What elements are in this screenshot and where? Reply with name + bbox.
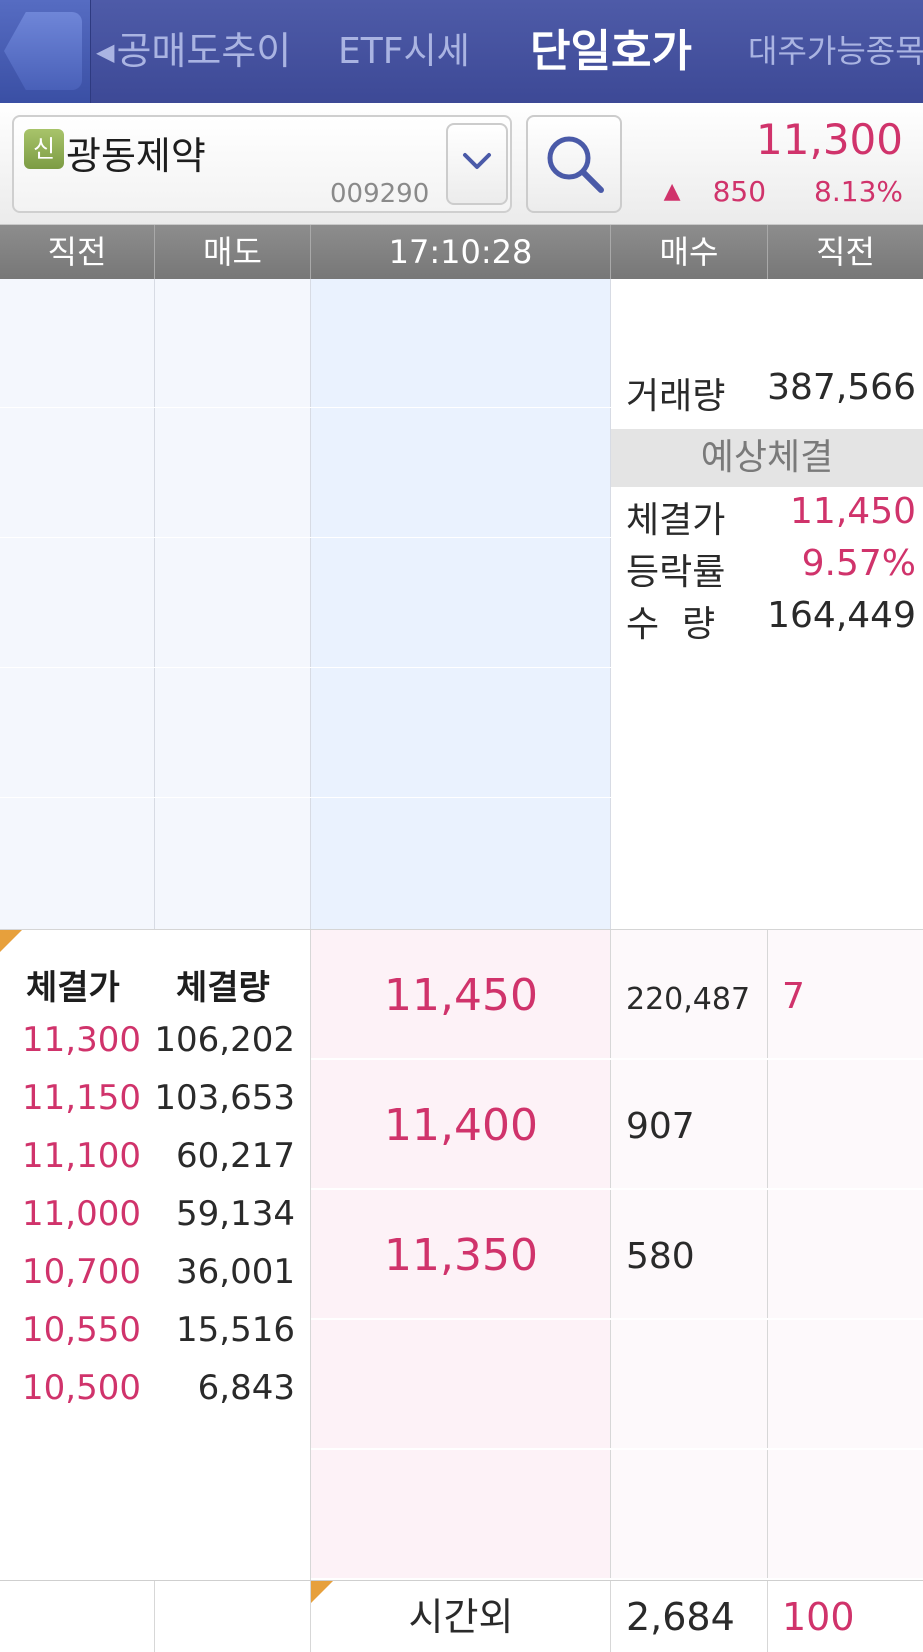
row-divider <box>0 407 611 408</box>
back-button[interactable] <box>0 0 91 103</box>
footer-cell <box>0 1581 155 1652</box>
bid-qty-row <box>611 1450 768 1580</box>
tab-single-quote[interactable]: 단일호가 <box>530 0 692 103</box>
row-divider <box>0 537 611 538</box>
stock-name: 광동제약 <box>66 134 206 178</box>
change-percent: 8.13% <box>814 175 903 208</box>
trade-row: 10,550 15,516 <box>22 1310 295 1350</box>
stock-selector[interactable]: 신 광동제약 009290 <box>12 115 512 213</box>
trades-price-header: 체결가 <box>26 968 120 1008</box>
bid-price-row[interactable]: 11,450 <box>311 930 611 1060</box>
bid-qty-row: 220,487 <box>611 930 768 1060</box>
volume-value: 387,566 <box>767 367 916 408</box>
left-arrow-icon: ◀ <box>96 38 115 66</box>
expected-rate-row: 등락률 9.57% <box>626 543 916 593</box>
trade-row: 11,300 106,202 <box>22 1020 295 1060</box>
bid-qty-row: 907 <box>611 1060 768 1190</box>
back-arrow-icon <box>4 12 82 90</box>
bid-price-row[interactable]: 11,400 <box>311 1060 611 1190</box>
price-change: ▲ 850 8.13% <box>664 175 903 208</box>
row-divider <box>0 797 611 798</box>
ask-qty-column <box>155 279 311 929</box>
expected-price-value: 11,450 <box>790 491 916 532</box>
ask-side: 거래량 387,566 예상체결 체결가 11,450 등락률 9.57% 수 … <box>0 279 923 929</box>
bid-prev-row: 7 <box>768 930 923 1060</box>
bid-prev-column: 7 <box>768 930 923 1581</box>
stock-dropdown-button[interactable] <box>446 123 508 205</box>
trade-row: 11,100 60,217 <box>22 1136 295 1176</box>
bid-prev-row <box>768 1450 923 1580</box>
header-buy: 매수 <box>611 225 768 279</box>
header-prev-left: 직전 <box>0 225 155 279</box>
bid-qty-row: 580 <box>611 1190 768 1320</box>
trade-row: 10,500 6,843 <box>22 1368 295 1408</box>
header-time: 17:10:28 <box>311 225 611 279</box>
expected-qty-row: 수 량 164,449 <box>626 595 916 645</box>
stock-header: 신 광동제약 009290 11,300 ▲ 850 8.13% <box>0 103 923 225</box>
top-nav-bar: ◀공매도추이 ETF시세 단일호가 대주가능종목 <box>0 0 923 103</box>
row-divider <box>0 667 611 668</box>
footer-cell <box>155 1581 311 1652</box>
tab-etf-quotes[interactable]: ETF시세 <box>338 0 470 103</box>
search-icon <box>547 136 604 193</box>
orderbook-column-header: 직전 매도 17:10:28 매수 직전 <box>0 225 923 279</box>
header-sell: 매도 <box>155 225 311 279</box>
after-hours-prev: 100 <box>782 1595 855 1639</box>
bid-price-row[interactable] <box>311 1450 611 1580</box>
up-triangle-icon: ▲ <box>663 179 681 204</box>
current-price: 11,300 <box>756 115 903 164</box>
after-hours-qty: 2,684 <box>626 1595 735 1639</box>
trade-row: 11,000 59,134 <box>22 1194 295 1234</box>
bid-price-column: 11,450 11,400 11,350 <box>311 930 611 1581</box>
bid-price-row[interactable]: 11,350 <box>311 1190 611 1320</box>
ask-prev-column <box>0 279 155 929</box>
corner-marker-icon <box>0 930 22 952</box>
trade-row: 10,700 36,001 <box>22 1252 295 1292</box>
search-button[interactable] <box>526 115 622 213</box>
bid-price-row[interactable] <box>311 1320 611 1450</box>
bid-qty-row <box>611 1320 768 1450</box>
expected-rate-value: 9.57% <box>801 543 916 584</box>
chevron-down-icon <box>463 153 491 169</box>
trades-volume-header: 체결량 <box>176 968 270 1008</box>
bid-prev-row <box>768 1060 923 1190</box>
expected-execution-header: 예상체결 <box>611 429 923 487</box>
new-listing-badge: 신 <box>24 129 64 169</box>
bid-prev-row <box>768 1320 923 1450</box>
stock-code: 009290 <box>330 179 430 209</box>
volume-info-panel: 거래량 387,566 예상체결 체결가 11,450 등락률 9.57% 수 … <box>611 279 923 929</box>
recent-trades-panel: 체결가 체결량 11,300 106,202 11,150 103,653 11,1… <box>0 930 311 1581</box>
bid-prev-row <box>768 1190 923 1320</box>
tab-short-selling-trend[interactable]: ◀공매도추이 <box>96 0 291 103</box>
volume-row: 거래량 387,566 <box>626 367 916 417</box>
change-amount: 850 <box>712 175 767 208</box>
tab-borrowable-stocks[interactable]: 대주가능종목 <box>748 0 923 103</box>
header-prev-right: 직전 <box>816 233 875 271</box>
expected-price-row: 체결가 11,450 <box>626 491 916 541</box>
expected-qty-value: 164,449 <box>767 595 916 636</box>
after-hours-row: 시간외 2,684 100 <box>0 1580 923 1652</box>
bid-qty-column: 220,487 907 580 <box>611 930 768 1581</box>
ask-price-column[interactable] <box>311 279 611 929</box>
after-hours-label[interactable]: 시간외 <box>311 1581 611 1652</box>
trade-row: 11,150 103,653 <box>22 1078 295 1118</box>
bid-side: 체결가 체결량 11,300 106,202 11,150 103,653 11,1… <box>0 929 923 1581</box>
